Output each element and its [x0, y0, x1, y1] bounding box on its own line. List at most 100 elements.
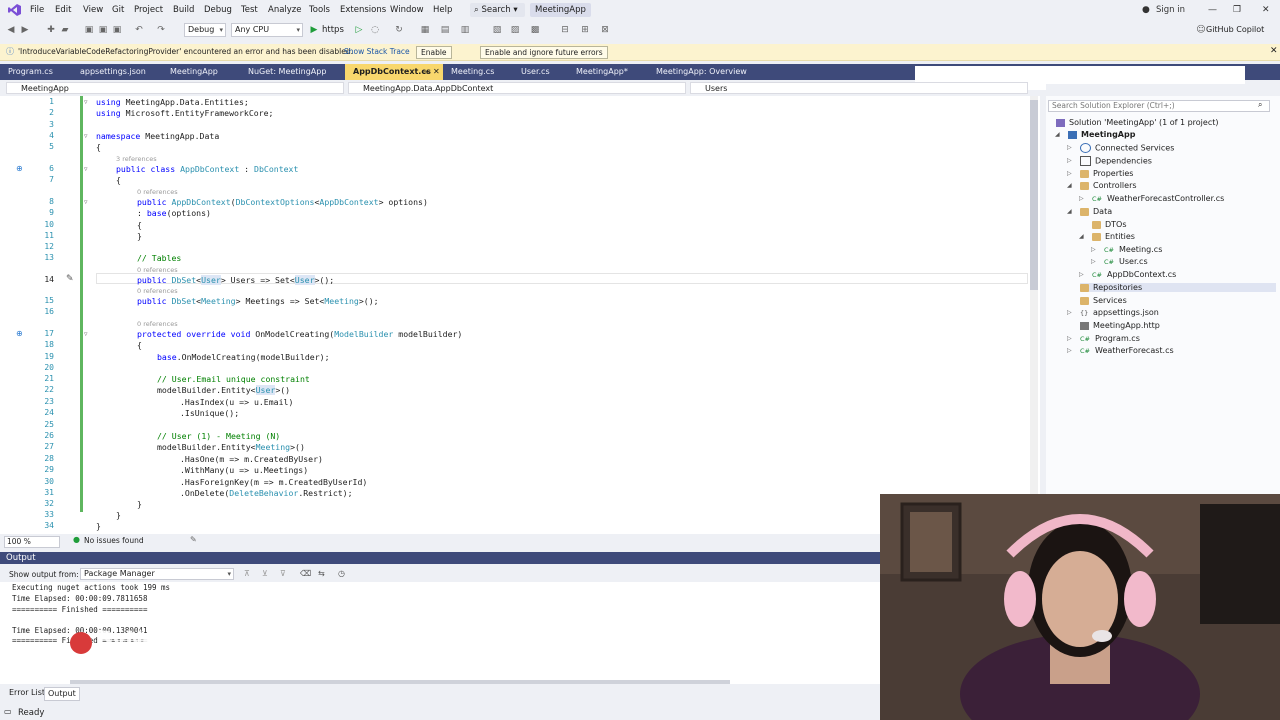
collapse-icon[interactable]: ◢ — [1067, 182, 1072, 189]
collapse-icon[interactable]: ▿ — [84, 98, 88, 106]
menu-help[interactable]: Help — [433, 5, 452, 15]
sol-item-connected-services[interactable]: Connected Services — [1080, 143, 1174, 153]
pin-icon[interactable]: ⊸ — [423, 64, 429, 80]
sol-item-services[interactable]: Services — [1080, 296, 1127, 305]
menu-window[interactable]: Window — [390, 5, 424, 15]
solution-search-input[interactable]: Search Solution Explorer (Ctrl+;) — [1048, 100, 1270, 112]
sol-item-properties[interactable]: Properties — [1080, 169, 1133, 178]
expand-icon[interactable]: ▷ — [1067, 144, 1072, 151]
codelens-refs-meetings[interactable]: 0 references — [137, 287, 178, 295]
tab-program[interactable]: Program.cs — [0, 64, 72, 80]
forward-icon[interactable]: ▶ — [20, 25, 30, 35]
goto-prev-icon[interactable]: ⊼ — [244, 569, 250, 578]
show-stack-trace-link[interactable]: Show Stack Trace — [344, 47, 410, 56]
attach-icon[interactable]: ◌ — [370, 25, 380, 35]
sol-item-dtos[interactable]: DTOs — [1092, 220, 1127, 229]
codelens-refs-class[interactable]: 3 references — [116, 155, 157, 163]
collapse-icon[interactable]: ▿ — [84, 198, 88, 206]
codelens-refs-ctor[interactable]: 0 references — [137, 188, 178, 196]
enable-button[interactable]: Enable — [416, 46, 452, 59]
expand-icon[interactable]: ▷ — [1079, 195, 1084, 202]
new-item-icon[interactable]: ✚ — [46, 25, 56, 35]
close-icon[interactable]: ✕ — [1262, 5, 1270, 15]
project-navigator[interactable]: MeetingApp — [6, 82, 344, 94]
issues-status[interactable]: No issues found — [84, 536, 144, 545]
tab-meetingapp[interactable]: MeetingApp — [162, 64, 240, 80]
sol-item-user-cs[interactable]: C# User.cs — [1104, 257, 1148, 266]
menu-edit[interactable]: Edit — [55, 5, 71, 15]
run-target-button[interactable]: https — [322, 25, 344, 35]
format-icon[interactable]: ▩ — [530, 25, 540, 35]
run-icon[interactable]: ▶ — [309, 25, 319, 35]
sol-item-appsettings-json[interactable]: {} appsettings.json — [1080, 308, 1159, 317]
expand-icon[interactable]: ▷ — [1067, 347, 1072, 354]
config-select[interactable]: Debug ▾ — [184, 23, 226, 37]
save-alt-icon[interactable]: ▣ — [112, 25, 122, 35]
menu-analyze[interactable]: Analyze — [268, 5, 302, 15]
bookmark-prev-icon[interactable]: ⊟ — [560, 25, 570, 35]
tab-user[interactable]: User.cs — [513, 64, 568, 80]
menu-test[interactable]: Test — [241, 5, 258, 15]
sol-item-program-cs[interactable]: C# Program.cs — [1080, 334, 1140, 343]
type-navigator[interactable]: MeetingApp.Data.AppDbContext — [348, 82, 686, 94]
clear-all-icon[interactable]: ⌫ — [300, 569, 311, 578]
save-icon[interactable]: ▣ — [84, 25, 94, 35]
goto-next-icon[interactable]: ⊻ — [262, 569, 268, 578]
sol-item-controllers[interactable]: Controllers — [1080, 181, 1137, 190]
folder-open-icon[interactable]: ▰ — [60, 25, 70, 35]
expand-icon[interactable]: ▷ — [1091, 258, 1096, 265]
expand-icon[interactable]: ▷ — [1079, 271, 1084, 278]
back-icon[interactable]: ◀ — [6, 25, 16, 35]
quick-actions-icon[interactable]: ✎ — [66, 274, 74, 284]
maximize-icon[interactable]: ❐ — [1233, 5, 1241, 15]
codelens-refs-onmodel[interactable]: 0 references — [137, 320, 178, 328]
menu-debug[interactable]: Debug — [204, 5, 232, 15]
menu-build[interactable]: Build — [173, 5, 194, 15]
redo-icon[interactable]: ↷ — [156, 25, 166, 35]
enable-ignore-button[interactable]: Enable and ignore future errors — [480, 46, 608, 59]
search-box[interactable]: ⌕ Search ▾ — [470, 3, 525, 17]
menu-tools[interactable]: Tools — [309, 5, 330, 15]
sol-item-meetingapp[interactable]: MeetingApp — [1068, 130, 1135, 139]
sol-item-appdbcontext-cs[interactable]: C# AppDbContext.cs — [1092, 270, 1176, 279]
override-icon[interactable]: ⊕ — [16, 329, 23, 338]
tab-meetingapp-modified[interactable]: MeetingApp* — [568, 64, 648, 80]
info-close-icon[interactable]: ✕ — [1270, 46, 1278, 56]
menu-view[interactable]: View — [83, 5, 103, 15]
refresh-icon[interactable]: ↻ — [394, 25, 404, 35]
output-source-select[interactable]: Package Manager ▾ — [80, 568, 234, 580]
copilot-button[interactable]: GitHub Copilot — [1206, 25, 1264, 34]
expand-icon[interactable]: ▷ — [1067, 309, 1072, 316]
clock-icon[interactable]: ◷ — [338, 569, 345, 578]
zoom-select[interactable]: 100 % — [4, 536, 60, 548]
tab-error-list[interactable]: Error List — [6, 687, 48, 699]
minimize-icon[interactable]: — — [1208, 5, 1217, 15]
menu-extensions[interactable]: Extensions — [340, 5, 386, 15]
tab-nuget[interactable]: NuGet: MeetingApp — [240, 64, 345, 80]
collapse-icon[interactable]: ▿ — [84, 132, 88, 140]
sol-item-repositories[interactable]: Repositories — [1080, 283, 1276, 292]
menu-file[interactable]: File — [30, 5, 44, 15]
sol-item-weatherforecast-cs[interactable]: C# WeatherForecast.cs — [1080, 346, 1174, 355]
close-tab-icon[interactable]: ✕ — [433, 64, 440, 80]
solution-root[interactable]: Solution 'MeetingApp' (1 of 1 project) — [1056, 118, 1218, 127]
collapse-icon[interactable]: ◢ — [1079, 233, 1084, 240]
account-icon[interactable]: ● — [1142, 5, 1150, 15]
expand-icon[interactable]: ▷ — [1091, 246, 1096, 253]
sign-in-link[interactable]: Sign in — [1156, 5, 1185, 15]
bookmark-next-icon[interactable]: ⊞ — [580, 25, 590, 35]
save-all-icon[interactable]: ▣ — [98, 25, 108, 35]
expand-icon[interactable]: ▷ — [1067, 157, 1072, 164]
sol-item-meetingapp-http[interactable]: MeetingApp.http — [1080, 321, 1160, 330]
menu-git[interactable]: Git — [112, 5, 124, 15]
tab-output[interactable]: Output — [44, 687, 80, 701]
implemented-icon[interactable]: ⊕ — [16, 164, 23, 173]
member-navigator[interactable]: Users — [690, 82, 1028, 94]
comment-icon[interactable]: ▧ — [492, 25, 502, 35]
bookmark-icon[interactable]: ▥ — [460, 25, 470, 35]
expand-icon[interactable]: ▷ — [1067, 335, 1072, 342]
brush-icon[interactable]: ✎ — [190, 535, 197, 544]
uncomment-icon[interactable]: ▨ — [510, 25, 520, 35]
sol-item-entities[interactable]: Entities — [1092, 232, 1135, 241]
bookmark-clear-icon[interactable]: ⊠ — [600, 25, 610, 35]
